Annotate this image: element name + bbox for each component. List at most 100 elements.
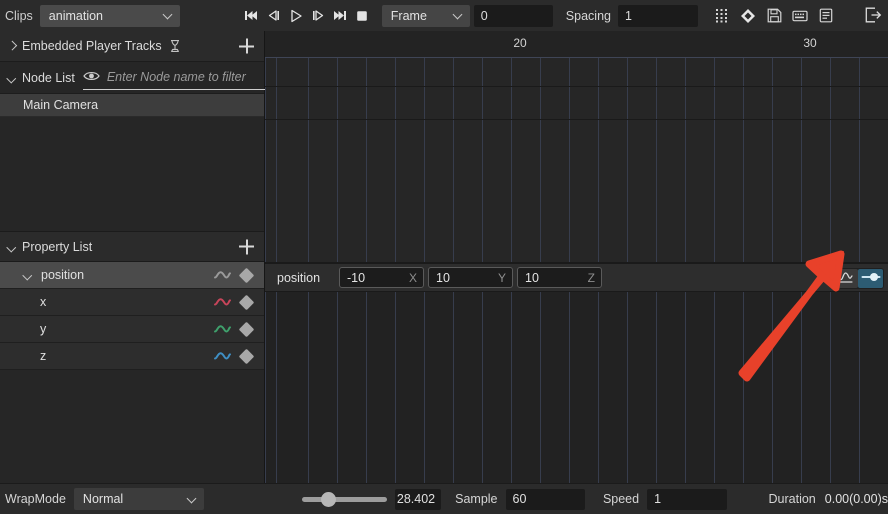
node-list-title: Node List xyxy=(22,70,75,85)
eye-icon[interactable] xyxy=(83,70,100,83)
sample-value: 60 xyxy=(512,492,527,506)
stop-button[interactable] xyxy=(352,5,372,27)
spacing-label: Spacing xyxy=(565,8,611,23)
zoom-value-display: 28.402 xyxy=(394,488,442,510)
keyboard-icon[interactable] xyxy=(792,7,809,24)
axis-label-x: X xyxy=(408,270,417,285)
property-row-icons xyxy=(214,289,255,315)
position-x-input[interactable]: -10 X xyxy=(339,267,424,288)
spacing-input[interactable]: 1 xyxy=(617,4,698,27)
add-embedded-track-button[interactable] xyxy=(239,38,254,54)
clips-group: Clips animation xyxy=(0,0,180,31)
node-list-item-main-camera[interactable]: Main Camera xyxy=(0,94,264,117)
dope-sheet-toggle[interactable] xyxy=(858,269,883,288)
position-z-input[interactable]: 10 Z xyxy=(517,267,602,288)
keyframe-diamond-icon[interactable] xyxy=(238,267,255,283)
curve-icon[interactable] xyxy=(214,350,231,362)
chevron-down-icon xyxy=(187,494,198,505)
speed-value: 1 xyxy=(654,492,662,506)
property-row-icons xyxy=(214,343,255,369)
save-icon[interactable] xyxy=(766,7,783,24)
position-y-input[interactable]: 10 Y xyxy=(428,267,513,288)
top-toolbar: Clips animation Frame 0 Spacing 1 xyxy=(0,0,888,32)
speed-input[interactable]: 1 xyxy=(647,488,727,510)
chevron-down-icon xyxy=(453,10,464,21)
keyframe-diamond-icon[interactable] xyxy=(740,7,757,24)
skip-to-start-button[interactable] xyxy=(242,5,262,27)
position-z-value: 10 xyxy=(525,270,539,285)
ruler-tick: 30 xyxy=(803,36,817,50)
chevron-down-icon[interactable] xyxy=(6,240,19,253)
spacing-value: 1 xyxy=(624,8,632,23)
clips-dropdown-value: animation xyxy=(48,8,103,23)
property-label: z xyxy=(40,349,47,363)
curve-icon[interactable] xyxy=(214,323,231,335)
timeline-panel: 20 30 position -10 X 10 Y 10 Z xyxy=(265,31,888,483)
keyframe-diamond-icon[interactable] xyxy=(238,348,255,364)
grid-dots-icon[interactable] xyxy=(714,7,731,24)
property-row-x[interactable]: x xyxy=(0,289,264,316)
property-value-label: position xyxy=(277,270,321,285)
curve-view-toggle[interactable] xyxy=(833,269,858,288)
document-icon[interactable] xyxy=(818,7,835,24)
wrapmode-label: WrapMode xyxy=(5,492,66,506)
zoom-value: 28.402 xyxy=(396,492,436,506)
animation-editor-window: Clips animation Frame 0 Spacing 1 Embedd… xyxy=(0,0,888,514)
keyframe-diamond-icon[interactable] xyxy=(238,321,255,337)
left-panel: Embedded Player Tracks Node List Main Ca… xyxy=(0,31,270,483)
wrapmode-value: Normal xyxy=(82,492,124,506)
property-label: x xyxy=(40,295,47,309)
property-row-y[interactable]: y xyxy=(0,316,264,343)
embedded-player-tracks-header[interactable]: Embedded Player Tracks xyxy=(0,31,264,62)
toolbar-icon-group xyxy=(714,7,835,24)
zoom-slider-knob[interactable] xyxy=(320,491,336,507)
node-list-empty-space xyxy=(0,117,264,231)
row-divider xyxy=(265,119,888,120)
track-band-header xyxy=(265,58,888,87)
time-mode-dropdown[interactable]: Frame xyxy=(381,4,470,27)
position-y-value: 10 xyxy=(436,270,450,285)
clips-label: Clips xyxy=(5,8,33,23)
sample-input[interactable]: 60 xyxy=(505,488,585,510)
view-mode-toggle-group xyxy=(832,268,884,289)
wrapmode-dropdown[interactable]: Normal xyxy=(73,488,204,510)
transport-controls xyxy=(242,5,372,27)
node-list-header: Node List xyxy=(0,62,270,94)
step-forward-button[interactable] xyxy=(308,5,328,27)
row-divider xyxy=(265,86,888,87)
chevron-down-icon xyxy=(163,10,174,21)
keyframe-diamond-icon[interactable] xyxy=(238,294,255,310)
step-back-button[interactable] xyxy=(264,5,284,27)
bottom-bar: WrapMode Normal 28.402 Sample 60 Speed 1… xyxy=(0,483,888,514)
sample-label: Sample xyxy=(455,492,498,506)
property-list-header[interactable]: Property List xyxy=(0,231,264,262)
skip-to-end-button[interactable] xyxy=(330,5,350,27)
property-row-z[interactable]: z xyxy=(0,343,264,370)
node-filter-wrapper xyxy=(82,66,270,90)
clips-dropdown[interactable]: animation xyxy=(39,4,180,27)
duration-label: Duration xyxy=(768,492,816,506)
zoom-slider[interactable] xyxy=(301,491,387,507)
speed-label: Speed xyxy=(602,492,640,506)
node-filter-input[interactable] xyxy=(106,69,270,84)
property-row-icons xyxy=(214,262,255,288)
curve-icon[interactable] xyxy=(214,296,231,308)
property-row-icons xyxy=(214,316,255,342)
exit-icon[interactable] xyxy=(865,7,882,24)
chevron-down-icon[interactable] xyxy=(6,71,19,84)
property-list-empty-space xyxy=(0,370,264,462)
ruler-tick: 20 xyxy=(513,36,527,50)
chevron-right-icon[interactable] xyxy=(6,40,19,53)
play-button[interactable] xyxy=(286,5,306,27)
current-frame-input[interactable]: 0 xyxy=(473,4,553,27)
curve-icon[interactable] xyxy=(214,269,231,281)
position-x-value: -10 xyxy=(347,270,366,285)
property-row-position[interactable]: position xyxy=(0,262,264,289)
add-property-button[interactable] xyxy=(239,239,254,254)
axis-label-z: Z xyxy=(587,270,595,285)
chevron-down-icon[interactable] xyxy=(22,269,35,282)
property-list-title: Property List xyxy=(22,239,93,254)
timeline-ruler[interactable]: 20 30 xyxy=(265,31,888,58)
embedded-player-tracks-title: Embedded Player Tracks xyxy=(22,39,162,53)
property-value-row: position -10 X 10 Y 10 Z xyxy=(265,263,888,292)
